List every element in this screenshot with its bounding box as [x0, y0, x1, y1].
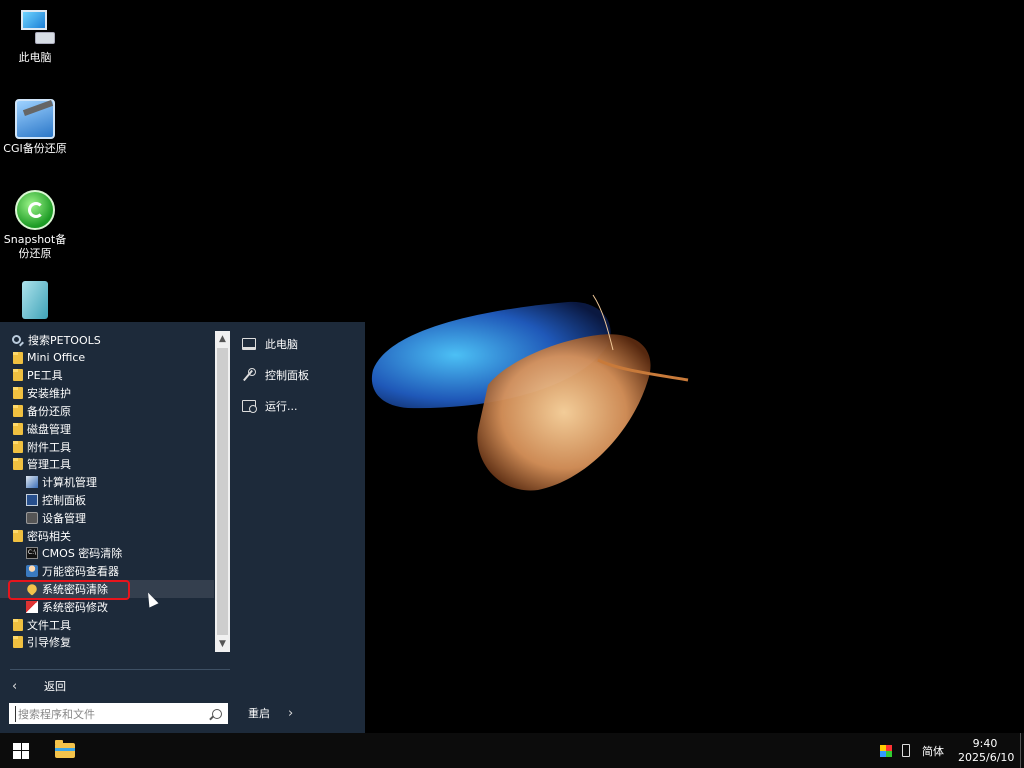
scroll-up-arrow-icon[interactable]: ▲ — [215, 331, 230, 347]
menu-item-accessories[interactable]: 附件工具 — [0, 438, 214, 456]
menu-item-control-panel[interactable]: 控制面板 — [0, 491, 214, 509]
menu-item-install-maintenance[interactable]: 安装维护 — [0, 384, 214, 402]
feather-wallpaper — [371, 294, 689, 491]
menu-item-backup-restore[interactable]: 备份还原 — [0, 402, 214, 420]
menu-item-password-tools[interactable]: 密码相关 — [0, 527, 214, 545]
clock-time: 9:40 — [972, 736, 998, 750]
control-panel-icon — [26, 494, 38, 507]
folder-icon — [13, 351, 23, 364]
program-search-input[interactable]: 搜索程序和文件 — [9, 703, 228, 724]
menu-item-computer-management[interactable]: 计算机管理 — [0, 473, 214, 491]
chevron-left-icon: ‹ — [12, 678, 18, 694]
desktop-icon-snapshot[interactable]: Snapshot备份还原 — [0, 190, 70, 261]
menu-item-file-tools[interactable]: 文件工具 — [0, 616, 214, 634]
restart-button[interactable]: 重启 › — [248, 705, 293, 721]
computer-icon — [15, 8, 55, 48]
start-menu-divider — [10, 669, 230, 670]
desktop-icon-label: CGI备份还原 — [3, 142, 67, 155]
menu-item-cmos-password-clear[interactable]: C:\ CMOS 密码清除 — [0, 545, 214, 563]
search-placeholder: 搜索程序和文件 — [15, 705, 212, 722]
desktop-icon-this-pc[interactable]: 此电脑 — [0, 8, 70, 65]
folder-icon — [13, 529, 23, 542]
computer-management-icon — [26, 476, 38, 489]
desktop-icon-cgi[interactable]: CGI备份还原 — [0, 99, 70, 156]
chevron-right-icon: › — [288, 705, 294, 721]
folder-icon — [13, 422, 23, 435]
program-list-scrollbar[interactable]: ▲ ▼ — [215, 331, 230, 652]
right-item-this-pc[interactable]: 此电脑 — [242, 335, 298, 353]
password-viewer-icon — [26, 565, 38, 578]
snapshot-icon — [15, 190, 55, 230]
show-desktop-button[interactable] — [1020, 733, 1024, 768]
program-tree: 搜索PETOOLS Mini Office PE工具 安装维护 备份还原 磁盘管… — [0, 331, 214, 651]
scroll-down-arrow-icon[interactable]: ▼ — [215, 636, 230, 652]
menu-item-search-petools[interactable]: 搜索PETOOLS — [0, 331, 214, 349]
windows-setup-icon — [22, 281, 48, 319]
desktop-icon-windows[interactable] — [0, 281, 70, 322]
clock-date: 2025/6/10 — [958, 750, 1015, 764]
clock[interactable]: 9:40 2025/6/10 — [958, 736, 1015, 765]
start-button[interactable] — [0, 733, 42, 768]
cmd-icon: C:\ — [26, 547, 38, 560]
right-item-control-panel[interactable]: 控制面板 — [242, 366, 309, 384]
menu-item-disk-management[interactable]: 磁盘管理 — [0, 420, 214, 438]
search-icon — [212, 708, 222, 719]
folder-icon — [13, 458, 23, 471]
menu-item-admin-tools[interactable]: 管理工具 — [0, 456, 214, 474]
folder-icon — [13, 636, 23, 649]
menu-item-pe-tools[interactable]: PE工具 — [0, 367, 214, 385]
cgi-backup-icon — [15, 99, 55, 139]
wrench-icon — [242, 368, 256, 381]
back-button[interactable]: ‹ 返回 — [12, 678, 66, 694]
windows-logo-icon — [13, 742, 29, 759]
display-color-icon[interactable] — [880, 744, 892, 757]
menu-item-password-viewer[interactable]: 万能密码查看器 — [0, 562, 214, 580]
menu-item-system-password-modify[interactable]: 系统密码修改 — [0, 598, 214, 616]
right-item-run[interactable]: 运行... — [242, 397, 298, 415]
desktop-icon-label: Snapshot备份还原 — [3, 233, 67, 260]
menu-item-boot-repair[interactable]: 引导修复 — [0, 634, 214, 652]
system-tray: 简体 9:40 2025/6/10 — [880, 733, 1024, 768]
folder-icon — [13, 405, 23, 418]
file-explorer-icon — [55, 740, 75, 758]
file-explorer-button[interactable] — [44, 733, 86, 768]
taskbar: 简体 9:40 2025/6/10 — [0, 733, 1024, 768]
menu-item-device-manager[interactable]: 设备管理 — [0, 509, 214, 527]
menu-item-system-password-clear[interactable]: 系统密码清除 — [0, 580, 214, 598]
folder-icon — [13, 369, 23, 382]
laptop-icon — [242, 338, 256, 350]
usb-device-icon[interactable] — [902, 744, 910, 757]
scroll-thumb[interactable] — [217, 348, 228, 635]
desktop-icon-label: 此电脑 — [18, 51, 52, 64]
key-icon — [25, 582, 39, 596]
run-icon — [242, 400, 257, 413]
device-manager-icon — [26, 511, 38, 524]
menu-item-mini-office[interactable]: Mini Office — [0, 349, 214, 367]
search-icon — [12, 335, 21, 345]
password-edit-icon — [26, 600, 38, 613]
folder-icon — [13, 440, 23, 453]
folder-icon — [13, 387, 23, 400]
folder-icon — [13, 618, 23, 631]
input-method-indicator[interactable]: 简体 — [922, 743, 944, 759]
